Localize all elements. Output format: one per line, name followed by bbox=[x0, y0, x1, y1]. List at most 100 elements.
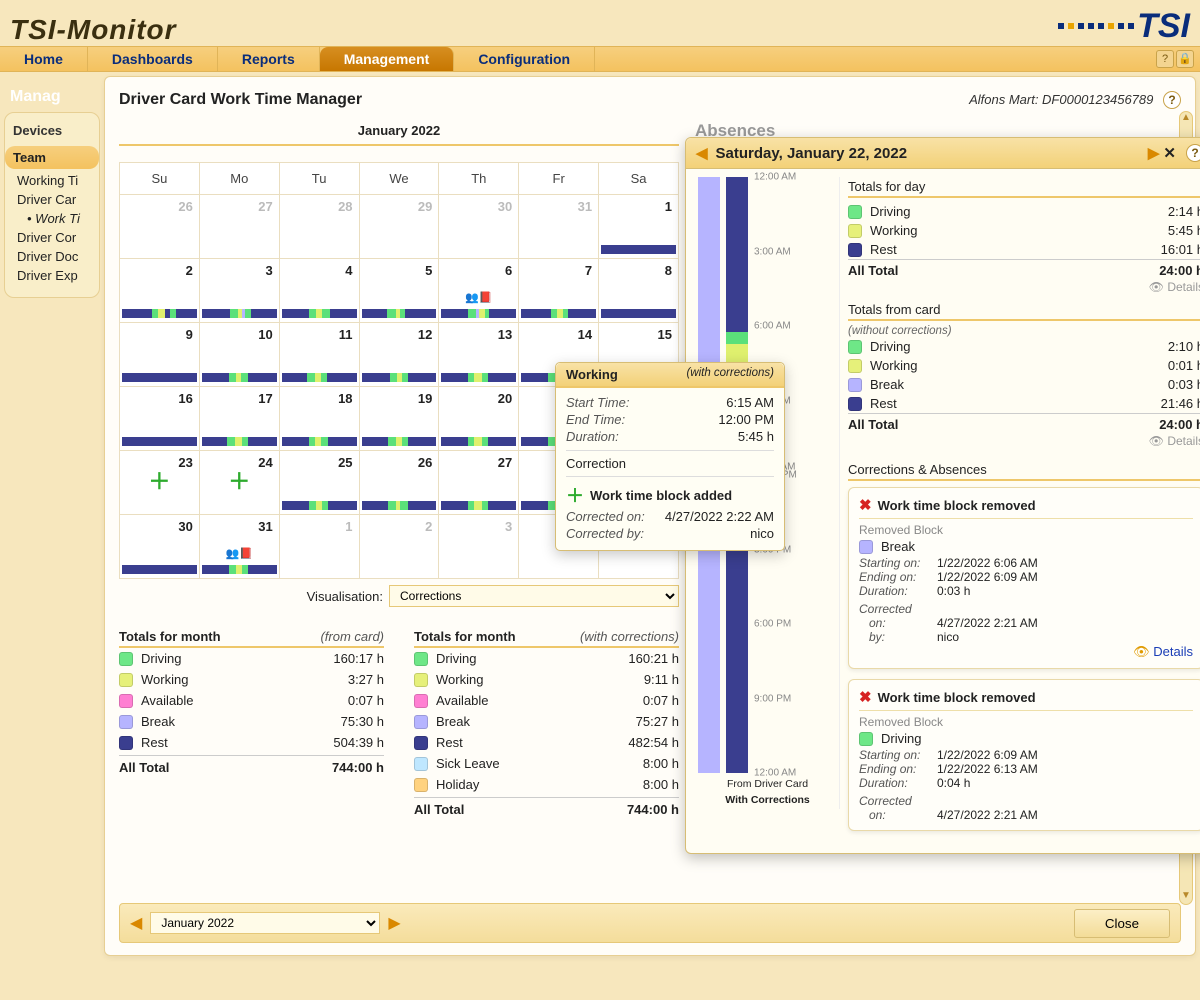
nav-dashboards[interactable]: Dashboards bbox=[88, 47, 218, 71]
nav-management[interactable]: Management bbox=[320, 47, 455, 71]
sidebar-subitem[interactable]: Work Ti bbox=[17, 209, 99, 228]
calendar-day[interactable]: 8 bbox=[599, 259, 679, 323]
calendar-day[interactable]: 26 bbox=[359, 451, 439, 515]
help-icon[interactable]: ? bbox=[1163, 91, 1181, 109]
details-link[interactable]: Details bbox=[859, 644, 1193, 660]
crew-icon: 👥📕 bbox=[465, 291, 492, 304]
nav-configuration[interactable]: Configuration bbox=[454, 47, 595, 71]
details-link[interactable]: Details bbox=[848, 432, 1200, 454]
details-link[interactable]: Details bbox=[848, 278, 1200, 300]
calendar-day[interactable]: 29 bbox=[359, 195, 439, 259]
timeline-label-card: From Driver Card bbox=[696, 777, 839, 793]
calendar-day[interactable]: 25 bbox=[279, 451, 359, 515]
calendar-day[interactable]: 24＋ bbox=[199, 451, 279, 515]
day-number: 2 bbox=[186, 263, 193, 278]
calendar-day[interactable]: 13 bbox=[439, 323, 519, 387]
prev-month-button[interactable]: ◀ bbox=[130, 913, 142, 933]
calendar-day[interactable]: 7 bbox=[519, 259, 599, 323]
sidebar-group-devices[interactable]: Devices bbox=[5, 119, 99, 142]
tooltip-title: Working bbox=[566, 367, 618, 382]
calendar-day[interactable]: 11 bbox=[279, 323, 359, 387]
swatch-icon bbox=[859, 540, 873, 554]
calendar-day[interactable]: 6👥📕 bbox=[439, 259, 519, 323]
scroll-up-icon[interactable]: ▲ bbox=[1180, 112, 1192, 126]
totals-value: 9:11 h bbox=[644, 672, 679, 687]
timeline-tick: 3:00 AM bbox=[754, 246, 791, 257]
sidebar-item[interactable]: Driver Cor bbox=[17, 228, 99, 247]
totals-head: Totals for month bbox=[119, 629, 221, 644]
totals-value: 0:07 h bbox=[643, 693, 679, 708]
day-number: 25 bbox=[338, 455, 352, 470]
plus-icon: ＋ bbox=[148, 464, 170, 496]
timeline-tick: 6:00 PM bbox=[754, 619, 791, 630]
month-select[interactable]: January 2022 bbox=[150, 912, 380, 934]
correction-sub: Removed Block bbox=[859, 715, 1193, 729]
next-month-button[interactable]: ▶ bbox=[388, 913, 400, 933]
swatch-icon bbox=[848, 224, 862, 238]
calendar-day[interactable]: 20 bbox=[439, 387, 519, 451]
prev-day-button[interactable]: ◀ bbox=[696, 144, 708, 162]
day-activity-bar bbox=[202, 309, 277, 318]
day-activity-bar bbox=[202, 437, 277, 446]
visualisation-select[interactable]: Corrections bbox=[389, 585, 679, 607]
calendar-day[interactable]: 9 bbox=[120, 323, 200, 387]
calendar-day[interactable]: 19 bbox=[359, 387, 439, 451]
lock-icon[interactable]: 🔒 bbox=[1176, 50, 1194, 68]
popup-close-icon[interactable]: ✕ bbox=[1159, 144, 1180, 162]
nav-home[interactable]: Home bbox=[0, 47, 88, 71]
sidebar-item[interactable]: Driver Exp bbox=[17, 266, 99, 285]
sidebar-item[interactable]: Driver Car bbox=[17, 190, 99, 209]
calendar-day[interactable]: 27 bbox=[439, 451, 519, 515]
help-icon[interactable]: ? bbox=[1156, 50, 1174, 68]
day-number: 18 bbox=[338, 391, 352, 406]
calendar-day[interactable]: 17 bbox=[199, 387, 279, 451]
calendar-day[interactable]: 26 bbox=[120, 195, 200, 259]
correction-title: Work time block removed bbox=[878, 690, 1036, 705]
sidebar-item[interactable]: Working Ti bbox=[17, 171, 99, 190]
day-totals-value: 21:46 h bbox=[1161, 396, 1200, 411]
scroll-down-icon[interactable]: ▼ bbox=[1180, 890, 1192, 904]
calendar-day[interactable]: 5 bbox=[359, 259, 439, 323]
worktime-tooltip: Working (with corrections) Start Time:6:… bbox=[555, 362, 785, 551]
calendar-day[interactable]: 2 bbox=[359, 515, 439, 579]
tooltip-corr-on-value: 4/27/2022 2:22 AM bbox=[665, 509, 774, 524]
calendar-day[interactable]: 31👥📕 bbox=[199, 515, 279, 579]
day-number: 30 bbox=[178, 519, 192, 534]
calendar-day[interactable]: 18 bbox=[279, 387, 359, 451]
kv-key: Starting on: bbox=[859, 556, 937, 570]
calendar-day[interactable]: 30 bbox=[120, 515, 200, 579]
calendar-day[interactable]: 10 bbox=[199, 323, 279, 387]
calendar-day[interactable]: 3 bbox=[199, 259, 279, 323]
calendar-day[interactable]: 16 bbox=[120, 387, 200, 451]
day-activity-bar bbox=[282, 501, 357, 510]
kv-val: 1/22/2022 6:09 AM bbox=[937, 748, 1038, 762]
plus-icon: ＋ bbox=[566, 482, 584, 508]
day-totals-name: Break bbox=[870, 377, 904, 392]
timeline-tick: 12:00 AM bbox=[754, 172, 796, 183]
totals-name: Available bbox=[436, 693, 643, 708]
calendar-day[interactable]: 3 bbox=[439, 515, 519, 579]
calendar-day[interactable]: 23＋ bbox=[120, 451, 200, 515]
day-number: 16 bbox=[178, 391, 192, 406]
close-button[interactable]: Close bbox=[1074, 909, 1170, 938]
calendar-day[interactable]: 30 bbox=[439, 195, 519, 259]
kv-key: Ending on: bbox=[859, 762, 937, 776]
calendar-day[interactable]: 27 bbox=[199, 195, 279, 259]
next-day-button[interactable]: ▶ bbox=[1148, 144, 1160, 162]
nav-reports[interactable]: Reports bbox=[218, 47, 320, 71]
timeline-tick: 6:00 AM bbox=[754, 321, 791, 332]
calendar-day[interactable]: 2 bbox=[120, 259, 200, 323]
calendar-day[interactable]: 31 bbox=[519, 195, 599, 259]
day-activity-bar bbox=[441, 309, 516, 318]
calendar-day[interactable]: 4 bbox=[279, 259, 359, 323]
day-totals-value: 2:10 h bbox=[1168, 339, 1200, 354]
day-totals-name: Driving bbox=[870, 339, 910, 354]
sidebar-item[interactable]: Driver Doc bbox=[17, 247, 99, 266]
help-icon[interactable]: ? bbox=[1186, 144, 1200, 162]
calendar-day[interactable]: 12 bbox=[359, 323, 439, 387]
tooltip-start-label: Start Time: bbox=[566, 395, 629, 410]
calendar-day[interactable]: 28 bbox=[279, 195, 359, 259]
calendar-day[interactable]: 1 bbox=[599, 195, 679, 259]
calendar-day[interactable]: 1 bbox=[279, 515, 359, 579]
sidebar-group-team[interactable]: Team bbox=[5, 146, 99, 169]
